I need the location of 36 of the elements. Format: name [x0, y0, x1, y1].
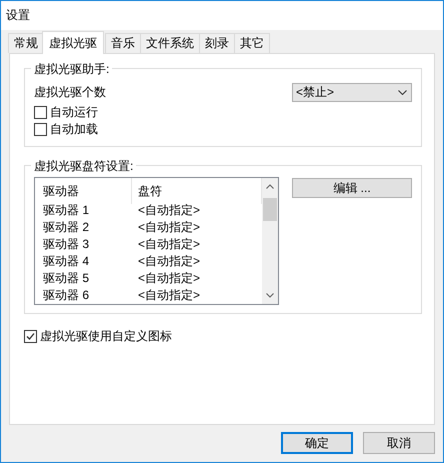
- group-title: 虚拟光驱助手:: [31, 61, 112, 78]
- scroll-down-icon[interactable]: [266, 293, 274, 298]
- checkbox[interactable]: [24, 330, 37, 343]
- checkbox-label: 自动运行: [50, 104, 98, 121]
- scroll-up-icon[interactable]: [266, 184, 274, 189]
- drive-count-dropdown[interactable]: <禁止>: [292, 82, 412, 102]
- edit-button[interactable]: 编辑 ...: [292, 178, 412, 198]
- drive-name-cell-text: 驱动器 5: [42, 270, 90, 287]
- drive-name-cell-text: 驱动器 2: [42, 219, 90, 236]
- drive-letter-cell-text: <自动指定>: [137, 202, 202, 219]
- group-title: 虚拟光驱盘符设置:: [31, 158, 136, 175]
- window-title: 设置: [6, 7, 30, 24]
- column-header[interactable]: 驱动器: [37, 178, 132, 204]
- drive-letter-cell-text: <自动指定>: [137, 219, 202, 236]
- field-label: 虚拟光驱个数: [34, 84, 106, 100]
- drive-name-cell-text: 驱动器 6: [42, 287, 90, 304]
- tab[interactable]: 虚拟光驱: [42, 31, 104, 54]
- checkbox-label: 自动加载: [50, 121, 98, 138]
- drive-name-cell-text: 驱动器 3: [42, 236, 90, 253]
- cancel-button[interactable]: 取消: [363, 432, 435, 454]
- drive-letter-cell-text: <自动指定>: [137, 236, 202, 253]
- tab[interactable]: 常规: [8, 33, 44, 53]
- drive-name-cell-text: 驱动器 1: [42, 202, 90, 219]
- tab[interactable]: 音乐: [105, 33, 141, 53]
- checkbox[interactable]: [34, 106, 47, 119]
- drive-name-cell-text: 驱动器 4: [42, 253, 90, 270]
- tab[interactable]: 其它: [234, 33, 270, 53]
- ok-button[interactable]: 确定: [281, 432, 353, 454]
- drive-letter-cell-text: <自动指定>: [137, 287, 202, 304]
- drive-letter-cell-text: <自动指定>: [137, 270, 202, 287]
- drive-letter-cell-text: <自动指定>: [137, 253, 202, 270]
- scroll-thumb[interactable]: [262, 198, 277, 221]
- checkbox[interactable]: [34, 123, 47, 136]
- scrollbar[interactable]: [262, 178, 278, 304]
- checkbox-label: 虚拟光驱使用自定义图标: [40, 328, 172, 345]
- caret-icon: [398, 90, 407, 94]
